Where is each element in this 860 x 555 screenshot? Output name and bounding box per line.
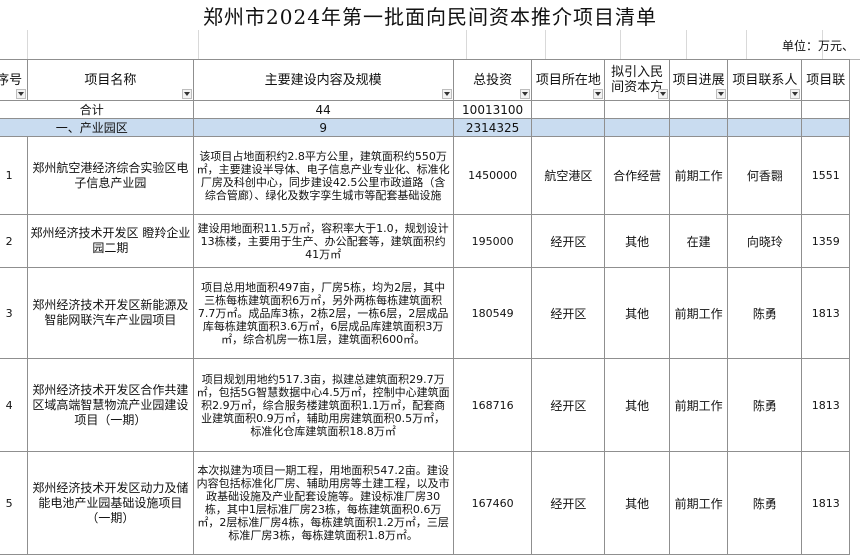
header-seq[interactable]: 序号: [0, 59, 29, 101]
table-row: 2 郑州经济技术开发区 瞪羚企业园二期 建设用地面积11.5万㎡，容积率大于1.…: [0, 214, 850, 268]
cell-content[interactable]: 项目总用地面积497亩，厂房5栋，均为2层，其中三栋每栋建筑面积6万㎡，另外两栋…: [192, 267, 454, 359]
cell-contact[interactable]: 向晓玲: [727, 214, 803, 268]
cell-investment[interactable]: 1450000: [452, 136, 533, 215]
sheet-title: 郑州市2024年第一批面向民间资本推介项目清单: [203, 4, 657, 29]
filter-dropdown-icon[interactable]: [520, 89, 531, 99]
header-progress[interactable]: 项目进展: [668, 59, 729, 101]
total-label[interactable]: 合计: [0, 100, 194, 119]
cell-mode[interactable]: 其他: [604, 451, 670, 555]
cell-seq[interactable]: 5: [0, 451, 29, 555]
cell-seq[interactable]: 1: [0, 136, 29, 215]
cell-name[interactable]: 郑州经济技术开发区动力及储能电池产业园基础设施项目（一期）: [27, 451, 194, 555]
cell-progress[interactable]: 在建: [668, 214, 729, 268]
header-location[interactable]: 项目所在地: [531, 59, 606, 101]
total-row: 合计 44 10013100: [0, 100, 850, 119]
cell-mode[interactable]: 合作经营: [604, 136, 670, 215]
cell-seq[interactable]: 2: [0, 214, 29, 268]
header-content[interactable]: 主要建设内容及规模: [192, 59, 454, 101]
cell-name[interactable]: 郑州经济技术开发区 瞪羚企业园二期: [27, 214, 194, 268]
header-investment[interactable]: 总投资: [452, 59, 533, 101]
filter-dropdown-icon[interactable]: [441, 89, 452, 99]
cell-name[interactable]: 郑州经济技术开发区新能源及智能网联汽车产业园项目: [27, 267, 194, 359]
table-row: 5 郑州经济技术开发区动力及储能电池产业园基础设施项目（一期） 本次拟建为项目一…: [0, 451, 850, 555]
cell-investment[interactable]: 180549: [452, 267, 533, 359]
cell-seq[interactable]: 3: [0, 267, 29, 359]
filter-dropdown-icon[interactable]: [657, 89, 668, 99]
filter-dropdown-icon[interactable]: [181, 89, 192, 99]
header-name[interactable]: 项目名称: [27, 59, 194, 101]
section-investment[interactable]: 2314325: [452, 118, 533, 137]
cell-content[interactable]: 建设用地面积11.5万㎡，容积率大于1.0，规划设计13栋楼，主要用于生产、办公…: [192, 214, 454, 268]
cell-phone[interactable]: 1551: [801, 136, 850, 215]
filter-dropdown-icon[interactable]: [716, 89, 727, 99]
cell-location[interactable]: 经开区: [531, 451, 606, 555]
header-contact[interactable]: 项目联系人: [727, 59, 803, 101]
section-label[interactable]: 一、产业园区: [0, 118, 194, 137]
cell-seq[interactable]: 4: [0, 358, 29, 452]
table-row: 1 郑州航空港经济综合实验区电子信息产业园 该项目占地面积约2.8平方公里，建筑…: [0, 136, 850, 215]
cell-mode[interactable]: 其他: [604, 214, 670, 268]
cell-location[interactable]: 航空港区: [531, 136, 606, 215]
cell-progress[interactable]: 前期工作: [668, 451, 729, 555]
filter-dropdown-icon[interactable]: [16, 89, 27, 99]
unit-label: 单位：万元、: [781, 39, 854, 53]
header-row: 序号 项目名称 主要建设内容及规模 总投资 项目所在地 拟引入民间资本方 项目进…: [0, 59, 850, 101]
header-phone[interactable]: 项目联: [801, 59, 850, 101]
cell-progress[interactable]: 前期工作: [668, 136, 729, 215]
cell-location[interactable]: 经开区: [531, 358, 606, 452]
total-count[interactable]: 44: [192, 100, 454, 119]
section-row: 一、产业园区 9 2314325: [0, 118, 850, 137]
filter-dropdown-icon[interactable]: [790, 89, 801, 99]
cell-content[interactable]: 该项目占地面积约2.8平方公里，建筑面积约550万㎡，主要建设半导体、电子信息产…: [192, 136, 454, 215]
cell-investment[interactable]: 195000: [452, 214, 533, 268]
cell-contact[interactable]: 何香翾: [727, 136, 803, 215]
cell-mode[interactable]: 其他: [604, 267, 670, 359]
cell-name[interactable]: 郑州航空港经济综合实验区电子信息产业园: [27, 136, 194, 215]
cell-phone[interactable]: 1813: [801, 451, 850, 555]
filter-dropdown-icon[interactable]: [593, 89, 604, 99]
total-investment[interactable]: 10013100: [452, 100, 533, 119]
project-table: 序号 项目名称 主要建设内容及规模 总投资 项目所在地 拟引入民间资本方 项目进…: [0, 59, 850, 555]
cell-location[interactable]: 经开区: [531, 214, 606, 268]
cell-mode[interactable]: 其他: [604, 358, 670, 452]
unit-row: 单位：万元、: [0, 30, 860, 60]
cell-progress[interactable]: 前期工作: [668, 358, 729, 452]
cell-contact[interactable]: 陈勇: [727, 451, 803, 555]
cell-contact[interactable]: 陈勇: [727, 267, 803, 359]
cell-contact[interactable]: 陈勇: [727, 358, 803, 452]
cell-investment[interactable]: 168716: [452, 358, 533, 452]
table-row: 3 郑州经济技术开发区新能源及智能网联汽车产业园项目 项目总用地面积497亩，厂…: [0, 267, 850, 359]
cell-progress[interactable]: 前期工作: [668, 267, 729, 359]
cell-phone[interactable]: 1359: [801, 214, 850, 268]
cell-name[interactable]: 郑州经济技术开发区合作共建区域高端智慧物流产业园建设项目（一期）: [27, 358, 194, 452]
cell-investment[interactable]: 167460: [452, 451, 533, 555]
cell-phone[interactable]: 1813: [801, 267, 850, 359]
table-row: 4 郑州经济技术开发区合作共建区域高端智慧物流产业园建设项目（一期） 项目规划用…: [0, 358, 850, 452]
cell-phone[interactable]: 1813: [801, 358, 850, 452]
cell-content[interactable]: 本次拟建为项目一期工程，用地面积547.2亩。建设内容包括标准化厂房、辅助用房等…: [192, 451, 454, 555]
header-mode[interactable]: 拟引入民间资本方: [604, 59, 670, 101]
cell-content[interactable]: 项目规划用地约517.3亩，拟建总建筑面积29.7万㎡，包括5G智慧数据中心4.…: [192, 358, 454, 452]
section-count[interactable]: 9: [192, 118, 454, 137]
cell-location[interactable]: 经开区: [531, 267, 606, 359]
